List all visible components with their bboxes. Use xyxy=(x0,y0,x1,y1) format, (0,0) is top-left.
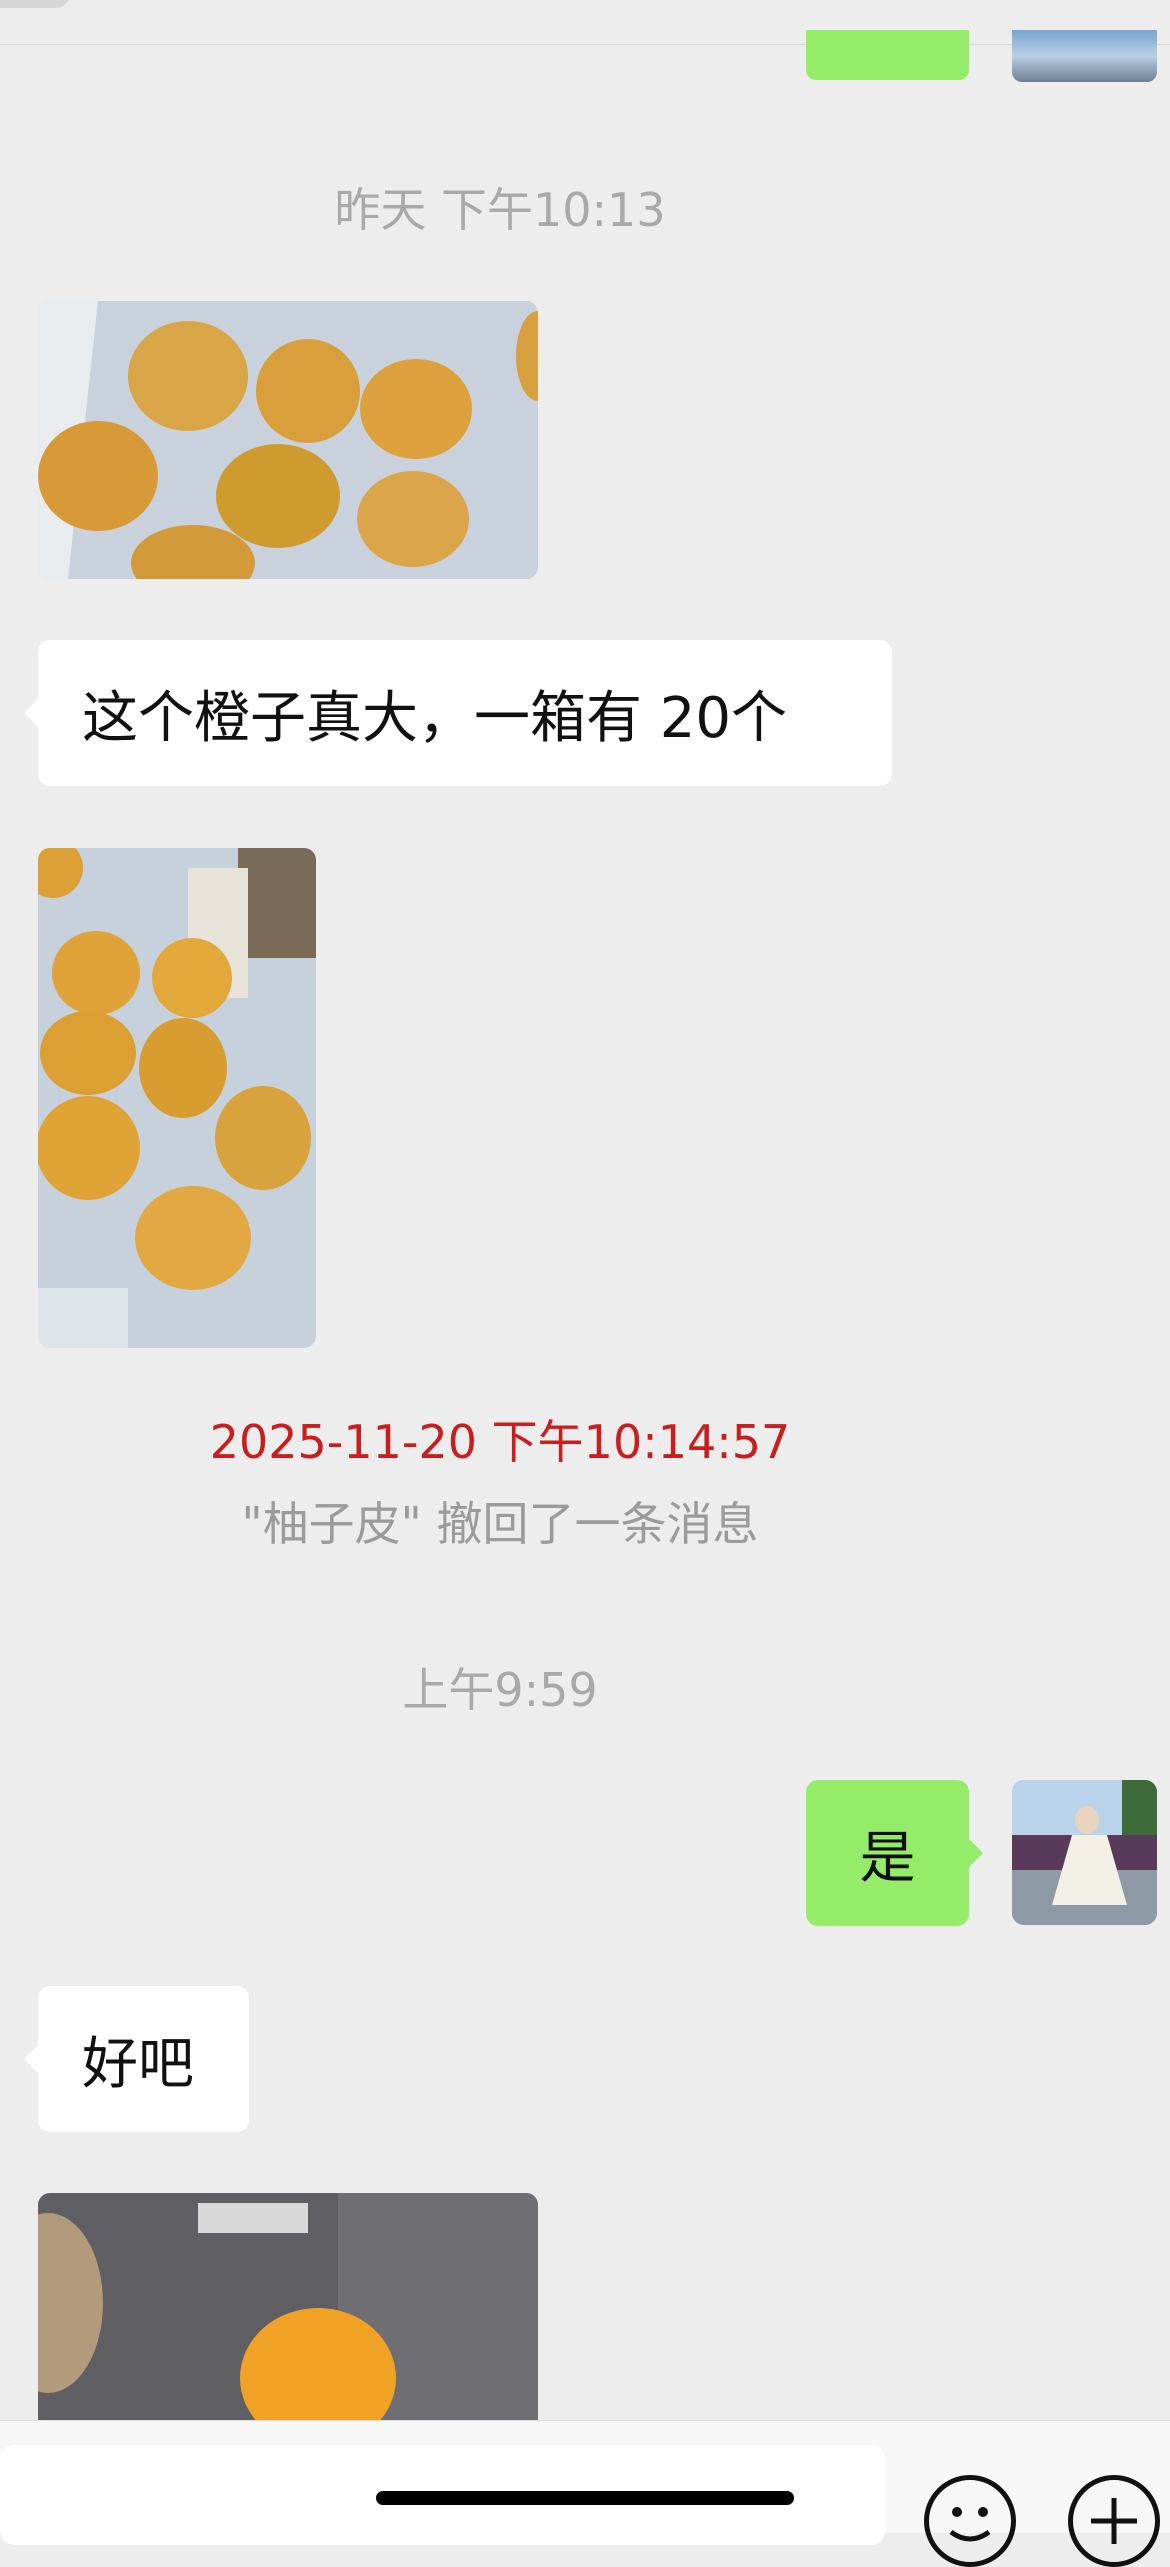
bubble-tail xyxy=(969,1839,983,1867)
plus-circle-icon[interactable] xyxy=(1068,2475,1160,2567)
received-message-okay[interactable]: 好吧 xyxy=(24,1986,249,2132)
recall-notice: "柚子皮" 撤回了一条消息 xyxy=(241,1497,759,1551)
photo-oranges-2[interactable] xyxy=(38,848,316,1348)
emoji-face-icon[interactable] xyxy=(924,2475,1016,2567)
bubble-tail xyxy=(24,699,38,727)
top-control-remnant xyxy=(0,0,70,8)
photo-orange-single[interactable] xyxy=(38,2193,538,2420)
sent-message-yes[interactable]: 是 xyxy=(806,1780,983,1926)
input-toolbar xyxy=(0,2420,1170,2567)
timestamp-yesterday: 昨天 下午10:13 xyxy=(334,183,666,237)
avatar-self-previous[interactable] xyxy=(1012,30,1157,82)
message-text: 好吧 xyxy=(82,2031,194,2097)
avatar-self[interactable] xyxy=(1012,1780,1157,1925)
recall-timestamp: 2025-11-20 下午10:14:57 xyxy=(209,1415,791,1469)
timestamp-morning: 上午9:59 xyxy=(402,1663,598,1717)
photo-oranges-1[interactable] xyxy=(38,301,538,579)
bubble-tail xyxy=(24,2045,38,2073)
message-text: 是 xyxy=(859,1825,916,1891)
sent-bubble-previous[interactable] xyxy=(806,30,969,80)
message-text: 这个橙子真大，一箱有 20个 xyxy=(82,685,788,751)
received-message-oranges[interactable]: 这个橙子真大，一箱有 20个 xyxy=(24,640,892,786)
top-divider xyxy=(0,44,1170,45)
home-indicator[interactable] xyxy=(376,2491,794,2505)
